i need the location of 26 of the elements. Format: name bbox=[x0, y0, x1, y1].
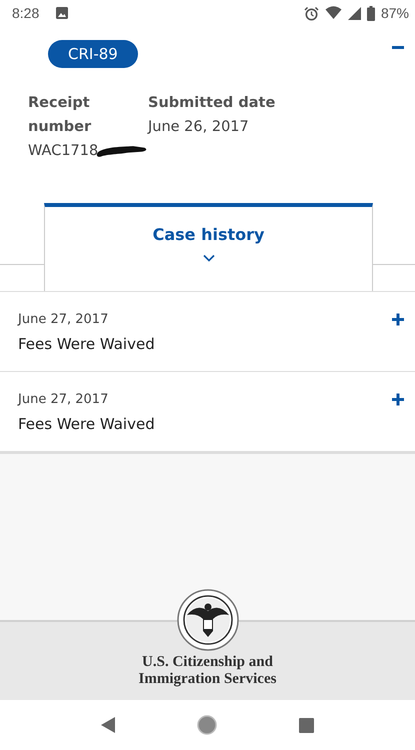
battery-icon bbox=[366, 6, 375, 20]
image-icon bbox=[55, 6, 70, 20]
recents-icon[interactable] bbox=[299, 718, 314, 732]
redaction-mark bbox=[96, 143, 148, 159]
wifi-icon bbox=[324, 6, 342, 20]
entry-date: June 27, 2017 bbox=[18, 392, 110, 407]
field-label: Receipt number bbox=[28, 94, 92, 137]
entry-date: June 27, 2017 bbox=[18, 312, 110, 327]
home-icon[interactable] bbox=[197, 715, 217, 735]
back-icon[interactable] bbox=[101, 717, 115, 733]
chevron-down-icon bbox=[202, 254, 214, 262]
expand-icon[interactable] bbox=[391, 392, 405, 407]
history-entry[interactable]: June 27, 2017 Fees Were Waived bbox=[0, 291, 415, 372]
status-time: 8:28 bbox=[12, 5, 40, 21]
entry-title: Fees Were Waived bbox=[18, 415, 155, 433]
field-label: Submitted date bbox=[148, 94, 276, 113]
field-value: WAC1718 bbox=[28, 142, 98, 161]
case-history-tab[interactable]: Case history bbox=[44, 203, 373, 291]
agency-name: U.S. Citizenship and Immigration Services bbox=[138, 654, 276, 688]
field-value: June 26, 2017 bbox=[148, 118, 250, 137]
alarm-icon bbox=[304, 6, 319, 20]
expand-icon[interactable] bbox=[391, 312, 405, 327]
form-badge: CRI-89 bbox=[48, 40, 138, 68]
entry-title: Fees Were Waived bbox=[18, 335, 155, 353]
battery-percentage: 87% bbox=[380, 5, 409, 21]
signal-icon bbox=[348, 6, 361, 20]
